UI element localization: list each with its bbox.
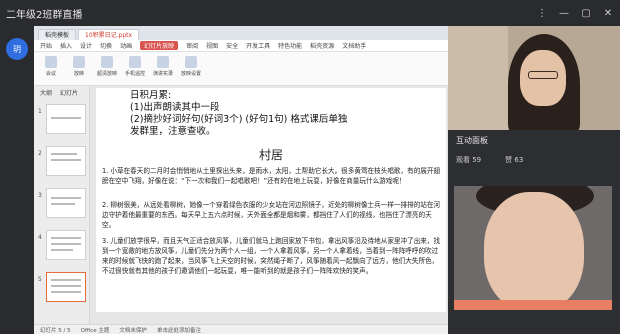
slide-thumb-5[interactable] <box>46 272 86 302</box>
tab-document[interactable]: 10积累日记.pptx <box>78 29 140 40</box>
tab-template[interactable]: 稻壳模板 <box>38 29 77 40</box>
avatar[interactable]: 玥 <box>6 38 28 60</box>
live-title-bar: 二年级2班群直播 ⋮ — ▢ ✕ <box>0 0 620 26</box>
ribbon-tab-transition[interactable]: 切换 <box>100 41 112 50</box>
paragraph-2: 2. 柳树很美，从远处看柳树，她像一个穿着绿色衣服的少女站在河边照镜子，近处的柳… <box>102 201 441 229</box>
live-window: 二年级2班群直播 ⋮ — ▢ ✕ 玥 稻壳模板 10积累日记.pptx 开始 插… <box>0 0 620 334</box>
slide-thumb-3[interactable] <box>46 188 86 218</box>
ribbon-tab-security[interactable]: 安全 <box>226 41 238 50</box>
status-bar: 幻灯片 5 / 5 Office 主题 文档未保护 单击此处添加备注 <box>34 324 448 334</box>
slide-title: 村居 <box>258 148 283 162</box>
thumb-number: 3 <box>38 192 42 199</box>
interaction-panel: 互动面板 观看 59 赞 63 <box>448 130 620 334</box>
slide-thumb-1[interactable] <box>46 104 86 134</box>
close-button[interactable]: ✕ <box>602 8 614 19</box>
window-controls: ⋮ — ▢ ✕ <box>536 8 614 19</box>
slide-thumb-2[interactable] <box>46 146 86 176</box>
ribbon-toolbar: 会议 放映 超清放映 手机遥控 演讲实录 放映设置 <box>34 52 448 86</box>
paragraph-1: 1. 小草在春天的二月时会悄悄地从土里探出头来，是雨水，太阳，土帮助它长大。很多… <box>102 167 441 185</box>
outline-tab[interactable]: 大纲 <box>40 88 52 97</box>
ribbon-tab-review[interactable]: 审阅 <box>186 41 198 50</box>
ribbon-tab-insert[interactable]: 插入 <box>60 41 72 50</box>
slide-thumb-4[interactable] <box>46 230 86 260</box>
record-button[interactable]: 演讲实录 <box>152 55 174 82</box>
ribbon-tab-animation[interactable]: 动画 <box>120 41 132 50</box>
ribbon-tabs: 开始 插入 设计 切换 动画 幻灯片放映 审阅 视图 安全 开发工具 特色功能 … <box>34 40 448 52</box>
hd-play-button[interactable]: 超清放映 <box>96 55 118 82</box>
panel-title: 互动面板 <box>456 135 488 145</box>
maximize-button[interactable]: ▢ <box>580 8 592 19</box>
play-icon <box>73 55 85 68</box>
viewer-count: 观看 59 <box>456 156 482 164</box>
notes-placeholder[interactable]: 单击此处添加备注 <box>157 326 201 334</box>
paragraph-3: 3. 儿童们放学很早，而且天气正适合放风筝，儿童们就马上跑回家放下书包，拿出风筝… <box>102 237 441 275</box>
student-camera[interactable] <box>454 186 612 310</box>
slide-canvas[interactable]: 日积月累: (1)出声朗读其中一段 (2)摘抄好词好句(好词3个) (好句1句)… <box>96 88 446 312</box>
ribbon-tab-start[interactable]: 开始 <box>40 41 52 50</box>
protection-status[interactable]: 文档未保护 <box>119 326 147 334</box>
teacher-camera <box>448 26 620 130</box>
note-line: 日积月累: <box>130 90 172 101</box>
thumb-number: 1 <box>38 108 42 115</box>
thumbs-header: 大纲 幻灯片 <box>34 86 89 98</box>
ribbon-tab-resources[interactable]: 稻壳资源 <box>310 41 334 50</box>
note-line: (2)摘抄好词好句(好词3个) (好句1句) 格式课后单独 <box>130 114 348 125</box>
record-icon <box>157 55 169 68</box>
settings-icon <box>185 55 197 68</box>
caption-bar <box>454 300 612 310</box>
slides-tab[interactable]: 幻灯片 <box>60 88 78 97</box>
presentation-share: 稻壳模板 10积累日记.pptx 开始 插入 设计 切换 动画 幻灯片放映 审阅… <box>34 26 448 334</box>
thumb-number: 2 <box>38 150 42 157</box>
ribbon-tab-assistant[interactable]: 文档助手 <box>342 41 366 50</box>
phone-icon <box>129 55 141 68</box>
phone-remote-button[interactable]: 手机遥控 <box>124 55 146 82</box>
like-count[interactable]: 赞 63 <box>505 155 523 165</box>
slide-thumbnails: 大纲 幻灯片 1 2 3 4 5 <box>34 86 90 324</box>
meeting-button[interactable]: 会议 <box>40 55 62 82</box>
more-icon[interactable]: ⋮ <box>536 8 548 19</box>
slide-counter: 幻灯片 5 / 5 <box>40 327 71 334</box>
ribbon-tab-dev[interactable]: 开发工具 <box>246 41 270 50</box>
ribbon-tab-features[interactable]: 特色功能 <box>278 41 302 50</box>
theme-name: Office 主题 <box>80 327 110 334</box>
document-tabs: 稻壳模板 10积累日记.pptx <box>34 26 448 40</box>
ribbon-tab-view[interactable]: 视图 <box>206 41 218 50</box>
homework-note: 日积月累: (1)出声朗读其中一段 (2)摘抄好词好句(好词3个) (好句1句)… <box>130 90 347 138</box>
ribbon-tab-slideshow[interactable]: 幻灯片放映 <box>140 41 179 50</box>
ribbon-tab-design[interactable]: 设计 <box>80 41 92 50</box>
editor-body: 大纲 幻灯片 1 2 3 4 5 日积月累: (1)出声朗读其中一段 (2)摘抄… <box>34 86 448 324</box>
left-sidebar: 玥 <box>0 26 34 334</box>
meeting-icon <box>45 55 57 68</box>
play-settings-button[interactable]: 放映设置 <box>180 55 202 82</box>
minimize-button[interactable]: — <box>558 8 570 19</box>
note-line: (1)出声朗读其中一段 <box>130 102 220 113</box>
hd-icon <box>101 55 113 68</box>
panel-stats: 观看 59 赞 63 <box>448 150 620 170</box>
note-line: 发群里，注意查收。 <box>130 126 216 137</box>
thumb-number: 5 <box>38 276 42 283</box>
play-button[interactable]: 放映 <box>68 55 90 82</box>
thumb-number: 4 <box>38 234 42 241</box>
live-title: 二年级2班群直播 <box>6 9 83 21</box>
